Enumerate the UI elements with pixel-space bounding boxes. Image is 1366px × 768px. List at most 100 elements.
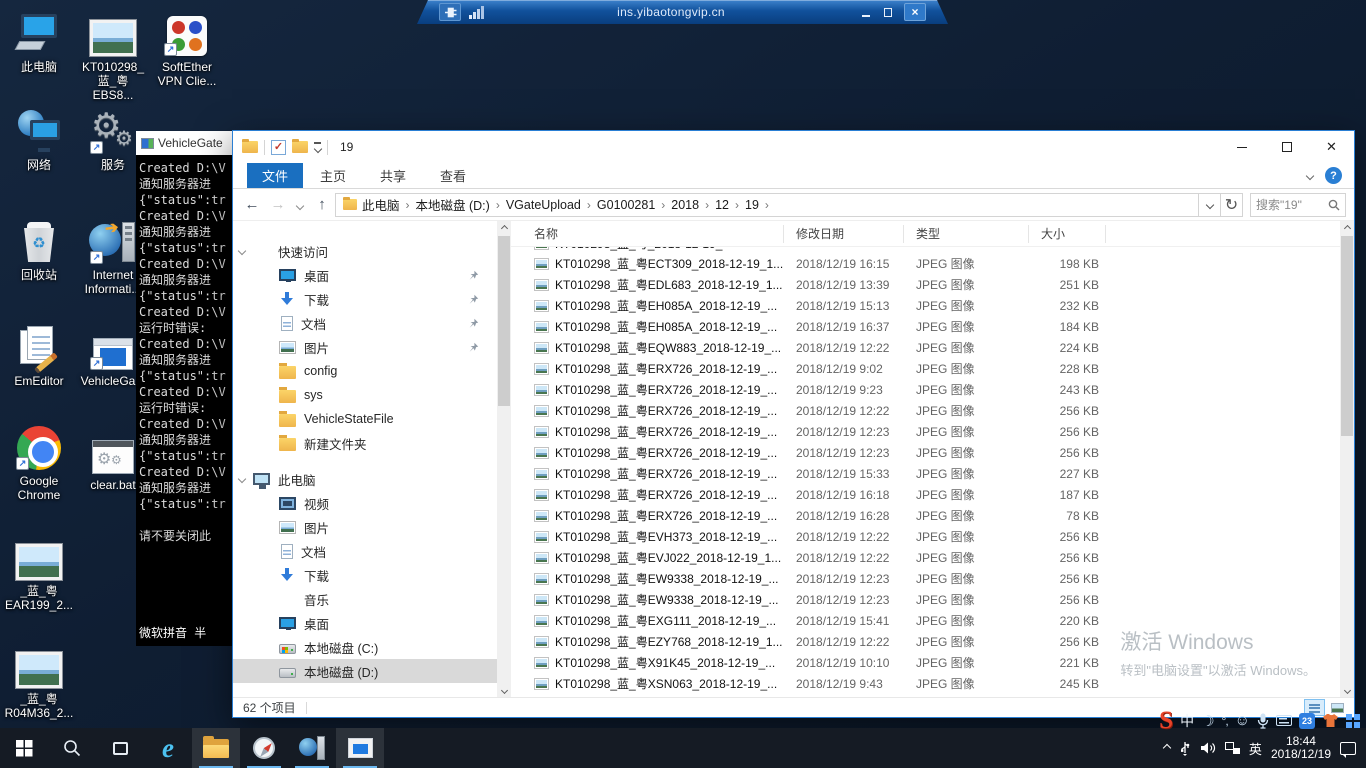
breadcrumb-item[interactable]: 19 [745,198,759,212]
nav-item[interactable]: 本地磁盘 (D:) [233,659,497,683]
rdp-restore-button[interactable] [877,3,899,21]
nav-item[interactable]: 下载 [233,287,497,311]
nav-item[interactable]: 桌面 [233,263,497,287]
up-button[interactable]: ↑ [309,196,335,213]
console-window[interactable]: VehicleGate Created D:\V 通知服务器进 {"status":… [136,131,233,646]
close-button[interactable]: ✕ [1309,131,1354,163]
ime-language-toggle[interactable]: 中 [1180,711,1194,731]
explorer-titlebar[interactable]: ✓ 19 ✕ [233,131,1354,163]
network-icon[interactable] [1224,742,1240,754]
usb-device-icon[interactable] [1179,741,1191,756]
expander-chevron-icon[interactable] [237,474,247,484]
nav-item[interactable]: sys [233,383,497,407]
new-folder-button[interactable] [292,139,308,153]
desktop-icon[interactable]: _蓝_粤 EAR199_2... [4,532,74,612]
nav-item[interactable]: 下载 [233,563,497,587]
sogou-logo-icon[interactable]: S [1159,708,1173,733]
nav-item[interactable]: 音乐 [233,587,497,611]
navigation-scrollbar[interactable] [497,221,511,697]
breadcrumb-item[interactable]: 此电脑 [362,195,400,214]
breadcrumb-separator-icon[interactable]: › [705,198,709,212]
rdp-minimize-button[interactable] [855,3,877,21]
file-row[interactable]: KT010298_蓝_粤ECT309_2018-12-19_1... 2018/1… [511,253,1340,274]
properties-check-button[interactable]: ✓ [271,139,286,155]
file-row[interactable]: KT010298_蓝_粤ERX726_2018-12-19_... 2018/12… [511,484,1340,505]
desktop-icon[interactable]: ♻ 回收站 [4,216,74,282]
nav-item[interactable]: 图片 [233,515,497,539]
maximize-button[interactable] [1264,131,1309,163]
nav-item[interactable]: 文档 [233,539,497,563]
column-header-size[interactable]: 大小 [1029,224,1106,243]
file-row[interactable]: KT010298_蓝_粤ERX726_2018-12-19_... 2018/12… [511,379,1340,400]
taskbar-button-compass[interactable] [240,728,288,768]
breadcrumb-separator-icon[interactable]: › [735,198,739,212]
file-row[interactable]: KT010298_蓝_粤XSN063_2018-12-19_... 2018/12… [511,673,1340,694]
desktop-icon[interactable]: _蓝_粤 R04M36_2... [4,640,74,720]
file-row[interactable]: KT010298_蓝_粤ERX726_2018-12-19_... 2018/12… [511,463,1340,484]
column-header-name[interactable]: 名称 [511,224,784,243]
taskbar-button-ie[interactable]: e [144,728,192,768]
clock[interactable]: 18:44 2018/12/19 [1271,735,1331,761]
taskbar-button-start[interactable] [0,728,48,768]
taskbar-button-vehicle-app[interactable] [336,728,384,768]
rdp-pin-button[interactable] [439,3,461,21]
expander-chevron-icon[interactable] [237,246,247,256]
taskbar-button-search[interactable] [48,728,96,768]
breadcrumb-separator-icon[interactable]: › [496,198,500,212]
emoji-icon[interactable]: ☺ [1235,712,1250,729]
punctuation-toggle-icon[interactable]: °, [1222,714,1229,728]
tab-view[interactable]: 查看 [423,163,483,188]
tab-share[interactable]: 共享 [363,163,423,188]
nav-item[interactable]: 快速访问 [233,239,497,263]
scrollbar-thumb[interactable] [498,236,510,406]
tab-file[interactable]: 文件 [247,163,304,188]
nav-item[interactable]: 此电脑 [233,467,497,491]
desktop-icon[interactable]: ↗ SoftEther VPN Clie... [152,8,222,88]
file-row[interactable]: KT010298_蓝_粤EW9338_2018-12-19_... 2018/12… [511,568,1340,589]
nav-item[interactable]: 视频 [233,491,497,515]
file-row[interactable]: KT010298_蓝_粤EVJ022_2018-12-19_1... 2018/1… [511,547,1340,568]
address-dropdown-button[interactable] [1199,192,1221,217]
file-list-scrollbar[interactable] [1340,221,1354,697]
app-grid-icon[interactable] [1346,713,1360,728]
moon-icon[interactable]: ☽ [1201,712,1214,730]
breadcrumb-separator-icon[interactable]: › [406,198,410,212]
column-header-type[interactable]: 类型 [904,224,1029,243]
file-row[interactable]: KT010298_蓝_粤X91K45_2018-12-19_... 2018/12… [511,652,1340,673]
action-center-icon[interactable] [1340,741,1356,758]
breadcrumb-item[interactable]: 2018 [671,198,699,212]
file-row[interactable]: KT010298_蓝_粤EDL683_2018-12-19_1... 2018/1… [511,274,1340,295]
taskbar-button-explorer[interactable] [192,728,240,768]
volume-icon[interactable] [1200,741,1216,755]
desktop-icon[interactable]: 此电脑 [4,8,74,74]
file-row[interactable]: KT010298_蓝_粤ERX726_2018-12-19_... 2018/12… [511,358,1340,379]
taskbar-button-iis[interactable] [288,728,336,768]
file-row[interactable]: KT010298_蓝_粤ERX726_2018-12-19_... 2018/12… [511,400,1340,421]
refresh-button[interactable]: ↻ [1221,192,1243,217]
file-row[interactable]: KT010298_蓝_粤ERX726_2018-12-19_... 2018/12… [511,421,1340,442]
minimize-button[interactable] [1219,131,1264,163]
recent-locations-button[interactable] [291,196,309,213]
desktop-icon[interactable]: ↗ Google Chrome [4,422,74,502]
address-bar[interactable]: 此电脑 › 本地磁盘 (D:) › VGateUpload › G0100281 › 2018 ›… [335,192,1199,217]
nav-item[interactable]: 文档 [233,311,497,335]
scroll-up-arrow[interactable] [1340,221,1354,235]
keyboard-icon[interactable] [1276,715,1292,726]
skin-shirt-icon[interactable] [1322,713,1339,728]
back-button[interactable]: ← [239,196,265,213]
file-row[interactable]: KT010298_蓝_粤EQW883_2018-12-19_... 2018/12… [511,337,1340,358]
breadcrumb-item[interactable]: G0100281 [597,198,655,212]
help-button[interactable]: ? [1325,167,1342,184]
scroll-up-arrow[interactable] [497,221,511,235]
breadcrumb-item[interactable]: VGateUpload [506,198,581,212]
nav-item[interactable]: 图片 [233,335,497,359]
file-row[interactable]: KT010298_蓝_粤ERX726_2018-12-19_... 2018/12… [511,505,1340,526]
file-row[interactable]: KT010298_蓝_粤ERX726_2018-12-19_... 2018/12… [511,442,1340,463]
tab-home[interactable]: 主页 [303,163,363,188]
microphone-icon[interactable] [1257,713,1269,729]
rdp-close-button[interactable]: × [904,3,926,21]
breadcrumb-item[interactable]: 12 [715,198,729,212]
customize-qat-button[interactable] [313,142,322,154]
taskbar-button-taskview[interactable] [96,728,144,768]
search-box[interactable]: 搜索"19" [1250,192,1346,217]
